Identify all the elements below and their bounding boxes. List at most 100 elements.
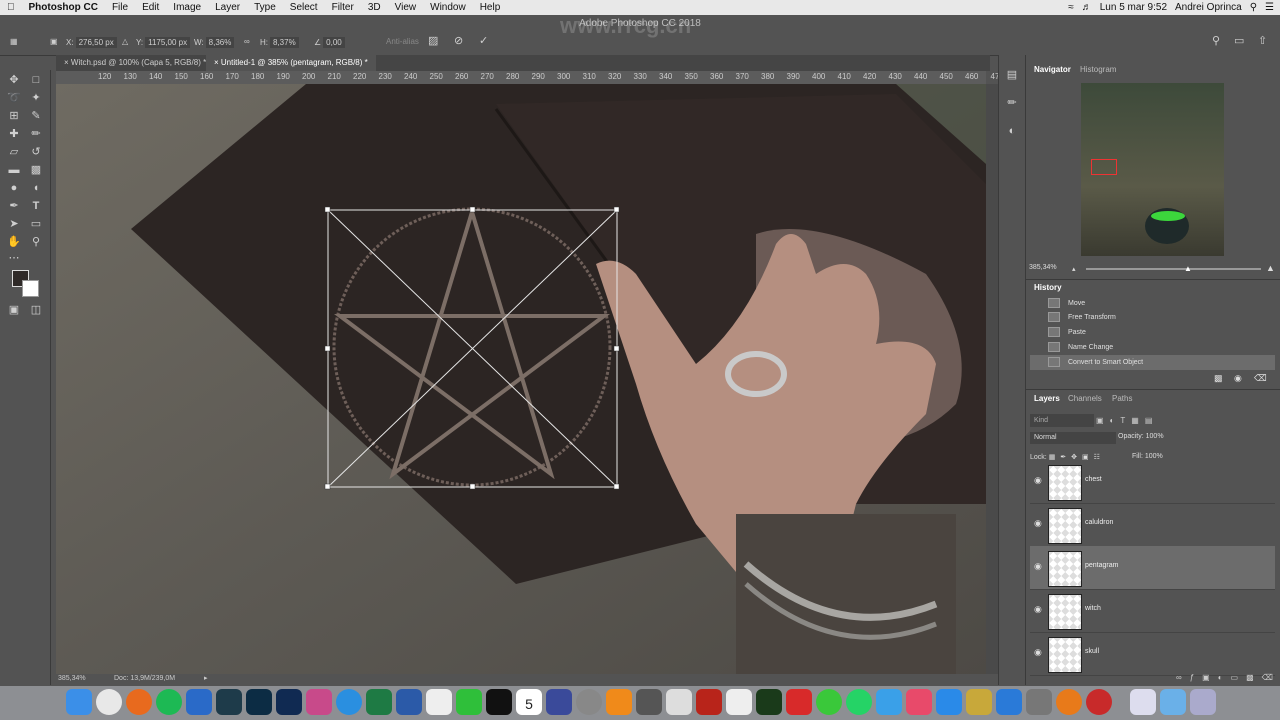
quick-mask-icon[interactable]: ▣	[6, 302, 22, 318]
zoom-slider-thumb[interactable]: ▲	[1184, 264, 1192, 273]
x-input[interactable]: 276,50 px	[75, 37, 117, 48]
word-icon[interactable]	[396, 689, 422, 715]
history-item[interactable]: Free Transform	[1030, 310, 1275, 325]
lightroom-icon[interactable]	[216, 689, 242, 715]
textedit-icon[interactable]	[426, 689, 452, 715]
tab-navigator[interactable]: Navigator	[1028, 63, 1077, 77]
eyedropper-icon[interactable]: ✎	[28, 108, 44, 124]
downloads-folder-icon[interactable]	[1160, 689, 1186, 715]
notes-icon[interactable]	[666, 689, 692, 715]
clone-stamp-icon[interactable]: ▱	[6, 144, 22, 160]
menu-type[interactable]: Type	[247, 2, 283, 13]
layer-row-skull[interactable]: ◉ skull	[1030, 632, 1275, 676]
tab-layers[interactable]: Layers	[1028, 392, 1066, 406]
close-icon[interactable]: ×	[214, 58, 219, 67]
search-icon[interactable]: ⚲	[1212, 34, 1220, 47]
visibility-eye-icon[interactable]: ◉	[1034, 518, 1042, 529]
snapshot-icon[interactable]: ◉	[1234, 373, 1242, 384]
tab-paths[interactable]: Paths	[1106, 392, 1138, 406]
layer-row-chest[interactable]: ◉ chest	[1030, 460, 1275, 504]
mail-icon[interactable]	[786, 689, 812, 715]
navigator-preview[interactable]	[1081, 83, 1224, 256]
clock[interactable]: Lun 5 mar 9:52	[1100, 2, 1167, 13]
share-icon[interactable]: ⇧	[1258, 34, 1267, 47]
messages-icon[interactable]	[876, 689, 902, 715]
crop-tool-icon[interactable]: ⊞	[6, 108, 22, 124]
user-name[interactable]: Andrei Oprinca	[1175, 2, 1242, 13]
final-cut-icon[interactable]	[636, 689, 662, 715]
adjustments-icon[interactable]: ◐	[1004, 123, 1020, 139]
utility-icon[interactable]	[1026, 689, 1052, 715]
menu-image[interactable]: Image	[166, 2, 208, 13]
menu-window[interactable]: Window	[423, 2, 473, 13]
brush-panel-icon[interactable]: ✏	[1004, 95, 1020, 111]
delta-icon[interactable]: △	[122, 37, 128, 46]
layer-row-caluldron[interactable]: ◉ caluldron	[1030, 503, 1275, 547]
properties-icon[interactable]: ▤	[1004, 67, 1020, 83]
link-icon[interactable]: ∞	[244, 37, 250, 46]
record-icon[interactable]	[1086, 689, 1112, 715]
volume-icon[interactable]: ♬	[1082, 2, 1092, 13]
zoom-slider[interactable]	[1086, 268, 1261, 270]
tab-untitled[interactable]: × Untitled-1 @ 385% (pentagram, RGB/8) *	[206, 55, 376, 71]
navigator-zoom[interactable]: 385,34%	[1029, 264, 1057, 271]
layer-row-pentagram[interactable]: ◉ pentagram	[1030, 546, 1275, 590]
tab-witch[interactable]: × Witch.psd @ 100% (Capa 5, RGB/8) *	[56, 55, 214, 71]
menu-help[interactable]: Help	[473, 2, 508, 13]
history-item[interactable]: Paste	[1030, 325, 1275, 340]
photoshop-2-icon[interactable]	[276, 689, 302, 715]
dodge-tool-icon[interactable]: ◖	[28, 180, 44, 196]
new-document-from-state-icon[interactable]: ▩	[1214, 373, 1223, 384]
safari-icon[interactable]	[186, 689, 212, 715]
move-tool-icon[interactable]: ✥	[6, 72, 22, 88]
wifi-icon[interactable]: ≈	[1068, 2, 1074, 13]
status-arrow-icon[interactable]: ▸	[204, 674, 208, 682]
zoom-in-icon[interactable]: ▲	[1266, 263, 1275, 273]
path-selection-icon[interactable]: ➤	[6, 216, 22, 232]
warp-icon[interactable]: ▨	[428, 34, 438, 47]
menu-file[interactable]: File	[105, 2, 135, 13]
zoom-readout[interactable]: 385,34%	[58, 675, 86, 682]
menu-filter[interactable]: Filter	[325, 2, 361, 13]
notification-icon[interactable]: ☰	[1265, 2, 1274, 13]
trash-icon[interactable]: ⌫	[1254, 373, 1267, 384]
photoshop-icon[interactable]	[246, 689, 272, 715]
menu-layer[interactable]: Layer	[208, 2, 247, 13]
shape-tool-icon[interactable]: ▭	[28, 216, 44, 232]
history-brush-icon[interactable]: ↺	[28, 144, 44, 160]
spotify-icon[interactable]	[156, 689, 182, 715]
visibility-eye-icon[interactable]: ◉	[1034, 647, 1042, 658]
layer-row-witch[interactable]: ◉ witch	[1030, 589, 1275, 633]
layer-filter-icons[interactable]: ▣◐T▦▤	[1096, 416, 1158, 425]
layer-filter-kind[interactable]: Kind	[1030, 414, 1094, 427]
navigator-view-box[interactable]	[1091, 159, 1117, 175]
visibility-eye-icon[interactable]: ◉	[1034, 604, 1042, 615]
folder-icon[interactable]	[1130, 689, 1156, 715]
filezilla-icon[interactable]	[696, 689, 722, 715]
opacity-input[interactable]: 100%	[1146, 433, 1164, 440]
camtasia-icon[interactable]	[456, 689, 482, 715]
history-title[interactable]: History	[1028, 281, 1068, 295]
excel-icon[interactable]	[366, 689, 392, 715]
y-input[interactable]: 1175,00 px	[145, 37, 191, 48]
background-color-swatch[interactable]	[22, 280, 39, 297]
dreamweaver-icon[interactable]	[756, 689, 782, 715]
angle-input[interactable]: 0,00	[323, 37, 345, 48]
ai-app-icon[interactable]	[816, 689, 842, 715]
compass-icon[interactable]	[336, 689, 362, 715]
fill-input[interactable]: 100%	[1145, 453, 1163, 460]
history-item-selected[interactable]: Convert to Smart Object	[1030, 355, 1275, 370]
keynote-icon[interactable]	[966, 689, 992, 715]
transform-tool-icon[interactable]: ▦	[10, 37, 18, 46]
system-preferences-icon[interactable]	[576, 689, 602, 715]
h-input[interactable]: 8,37%	[270, 37, 299, 48]
reference-point-icon[interactable]: ▣	[50, 37, 58, 46]
search-icon[interactable]: ⚲	[1250, 2, 1257, 13]
w-input[interactable]: 8,36%	[205, 37, 235, 48]
pen-tool-icon[interactable]: ✒	[6, 198, 22, 214]
calendar-icon[interactable]: 5	[516, 689, 542, 715]
blur-tool-icon[interactable]: ●	[6, 180, 22, 196]
activity-monitor-icon[interactable]	[486, 689, 512, 715]
screen-mode-icon[interactable]: ◫	[28, 302, 44, 318]
blender-icon[interactable]	[1056, 689, 1082, 715]
